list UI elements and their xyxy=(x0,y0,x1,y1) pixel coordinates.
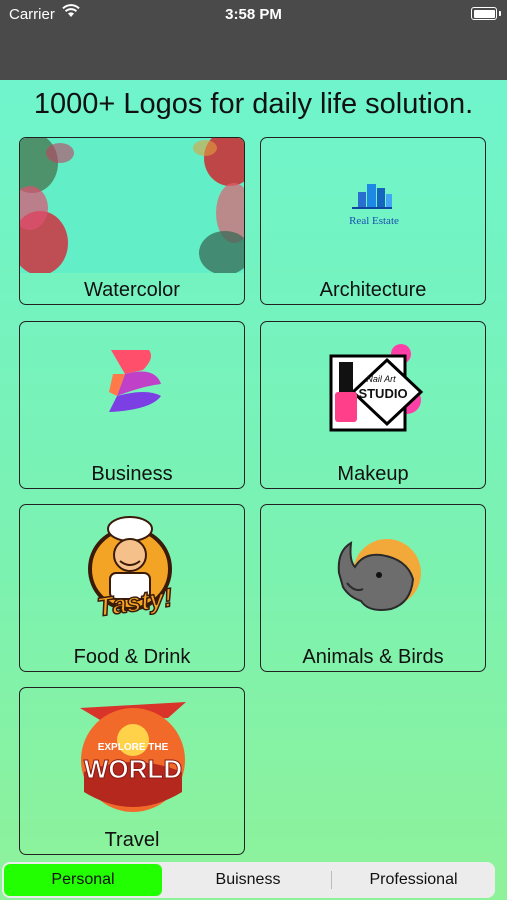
svg-text:Real Estate: Real Estate xyxy=(349,215,399,227)
category-label: Watercolor xyxy=(84,279,180,301)
category-label: Architecture xyxy=(319,279,427,301)
page-title: 1000+ Logos for daily life solution. xyxy=(33,88,474,120)
status-bar: Carrier 3:58 PM xyxy=(0,0,507,28)
category-label: Travel xyxy=(104,829,160,851)
makeup-logo: Nail Art STUDIO xyxy=(329,344,424,432)
category-card-business[interactable]: Business xyxy=(19,321,245,489)
category-card-animals-birds[interactable]: Animals & Birds xyxy=(260,504,486,672)
watercolor-image xyxy=(20,138,244,273)
segmented-tab-bar: Personal Buisness Professional xyxy=(2,862,495,898)
rhino-logo xyxy=(337,539,421,611)
category-card-travel[interactable]: EXPLORE THE WORLD Travel xyxy=(19,687,245,855)
category-label: Business xyxy=(91,463,173,485)
category-card-architecture[interactable]: Real Estate Architecture xyxy=(260,137,486,305)
tab-separator xyxy=(331,871,332,889)
category-card-watercolor[interactable]: Watercolor xyxy=(19,137,245,305)
svg-text:WORLD: WORLD xyxy=(84,754,182,784)
svg-text:EXPLORE THE: EXPLORE THE xyxy=(98,742,169,753)
category-label: Food & Drink xyxy=(73,646,191,668)
tasty-chef-logo: Tasty! xyxy=(88,516,175,623)
battery-icon xyxy=(471,7,497,20)
category-card-makeup[interactable]: Nail Art STUDIO Makeup xyxy=(260,321,486,489)
category-label: Makeup xyxy=(337,463,409,485)
tab-business[interactable]: Buisness xyxy=(168,864,328,896)
svg-text:STUDIO: STUDIO xyxy=(358,386,407,401)
tab-personal[interactable]: Personal xyxy=(4,864,162,896)
travel-world-logo: EXPLORE THE WORLD xyxy=(80,702,186,812)
main-content: 1000+ Logos for daily life solution. Wat… xyxy=(0,80,507,900)
tab-professional[interactable]: Professional xyxy=(334,864,493,896)
clock: 3:58 PM xyxy=(225,6,282,23)
category-card-food-drink[interactable]: Tasty! Food & Drink xyxy=(19,504,245,672)
real-estate-logo: Real Estate xyxy=(349,184,399,227)
business-logo xyxy=(109,350,161,412)
svg-text:Nail Art: Nail Art xyxy=(366,374,396,384)
category-label: Animals & Birds xyxy=(302,646,444,668)
